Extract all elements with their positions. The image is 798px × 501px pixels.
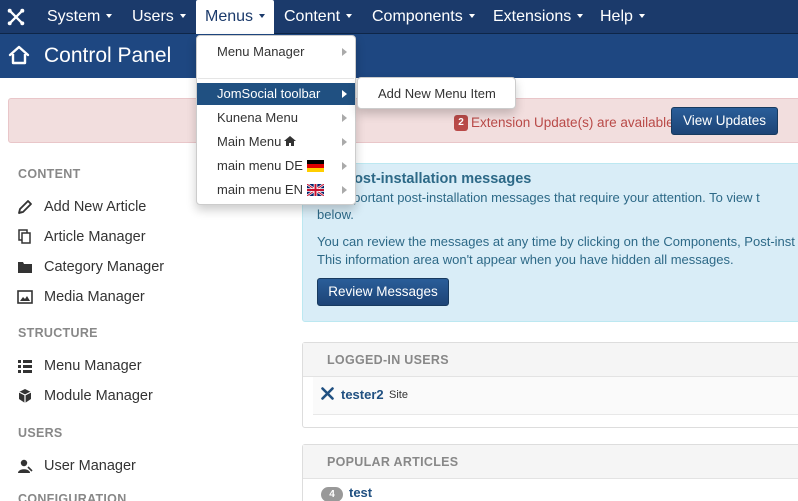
caret-down-icon [638,13,645,18]
menu-item-label: JomSocial toolbar [217,86,321,101]
post-install-text: below. [317,207,354,222]
chevron-right-icon [342,90,347,98]
logout-x-icon[interactable] [321,387,334,400]
nav-system-label: System [47,8,101,25]
nav-menus-label: Menus [205,8,254,25]
user-icon [18,459,33,473]
top-navbar: System Users Menus Content Components Ex… [0,0,798,34]
hits-badge: 4 [321,487,343,501]
menu-item-add-new-menu-item[interactable]: Add New Menu Item [358,83,515,105]
popular-articles-heading: POPULAR ARTICLES [303,445,798,479]
menu-item-label: Kunena Menu [217,110,298,125]
nav-components-label: Components [372,8,463,25]
nav-users[interactable]: Users [132,0,186,34]
logged-in-users-heading: LOGGED-IN USERS [303,343,798,377]
joomla-logo-icon[interactable] [7,8,25,26]
chevron-right-icon [342,114,347,122]
menu-item-main-menu-de[interactable]: main menu DE [197,155,355,177]
menus-dropdown: Menu Manager JomSocial toolbar Kunena Me… [196,35,356,205]
cube-icon [18,389,32,403]
table-row: tester2 Site [313,377,798,415]
sidebar-item-label: Media Manager [44,289,145,305]
post-install-text: are important post-installation messages… [317,190,760,205]
nav-system[interactable]: System [47,0,113,34]
table-row: 4 test [313,479,798,501]
nav-extensions[interactable]: Extensions [493,0,584,34]
sidebar-item-label: Category Manager [44,259,165,275]
uk-flag-icon [306,183,324,196]
home-icon [8,45,30,65]
chevron-right-icon [342,138,347,146]
caret-down-icon [346,13,353,18]
view-updates-button[interactable]: View Updates [671,107,778,135]
home-icon [284,136,297,147]
sidebar-heading-content: CONTENT [18,167,81,181]
nav-content-label: Content [284,8,341,25]
article-link[interactable]: test [349,485,372,500]
menu-divider [198,78,354,79]
nav-extensions-label: Extensions [493,8,572,25]
sidebar-item-label: Module Manager [44,388,153,404]
nav-menus[interactable]: Menus [196,0,275,34]
user-link[interactable]: tester2 [341,387,384,402]
caret-down-icon [106,13,113,18]
copy-icon [18,229,31,244]
menu-item-label: main menu DE [217,158,303,173]
page-title: Control Panel [44,44,172,67]
pencil-icon [18,200,32,214]
logged-in-users-panel: LOGGED-IN USERS tester2 Site [302,342,798,428]
menu-item-label: main menu EN [217,182,303,197]
caret-down-icon [468,13,475,18]
post-install-text: This information area won't appear when … [317,252,734,267]
post-install-text: You can review the messages at any time … [317,234,795,249]
sidebar-item-label: Article Manager [44,229,146,245]
nav-help-label: Help [600,8,633,25]
sidebar-heading-configuration: CONFIGURATION [18,492,127,501]
sidebar-item-label: Add New Article [44,199,147,215]
user-location: Site [389,389,408,401]
menu-item-menu-manager[interactable]: Menu Manager [197,41,355,63]
list-icon [18,360,32,373]
sidebar-item-label: User Manager [44,458,136,474]
caret-down-icon [179,13,186,18]
nav-content[interactable]: Content [284,0,353,34]
chevron-right-icon [342,48,347,56]
update-count-badge: 2 [454,115,468,131]
popular-articles-panel: POPULAR ARTICLES 4 test [302,444,798,501]
nav-help[interactable]: Help [600,0,645,34]
menu-item-label: Main Menu [217,134,282,149]
menu-item-kunena-menu[interactable]: Kunena Menu [197,107,355,129]
menu-item-label: Menu Manager [217,44,305,59]
chevron-right-icon [342,186,347,194]
caret-down-icon [577,13,584,18]
german-flag-icon [306,159,324,172]
menu-item-main-menu[interactable]: Main Menu [197,131,355,153]
nav-users-label: Users [132,8,174,25]
folder-icon [18,262,32,273]
update-alert-text: Extension Update(s) are available: [471,115,678,130]
sidebar-item-label: Menu Manager [44,358,142,374]
chevron-right-icon [342,162,347,170]
image-icon [17,290,33,304]
menu-item-main-menu-en[interactable]: main menu EN [197,179,355,201]
menu-item-jomsocial-toolbar[interactable]: JomSocial toolbar [197,83,355,105]
jomsocial-submenu: Add New Menu Item [357,77,516,109]
sidebar-heading-users: USERS [18,426,63,440]
post-install-messages-panel: ave post-installation messages are impor… [302,163,798,322]
caret-down-icon [259,13,266,18]
nav-components[interactable]: Components [372,0,475,34]
sidebar-heading-structure: STRUCTURE [18,326,98,340]
review-messages-button[interactable]: Review Messages [317,278,449,306]
